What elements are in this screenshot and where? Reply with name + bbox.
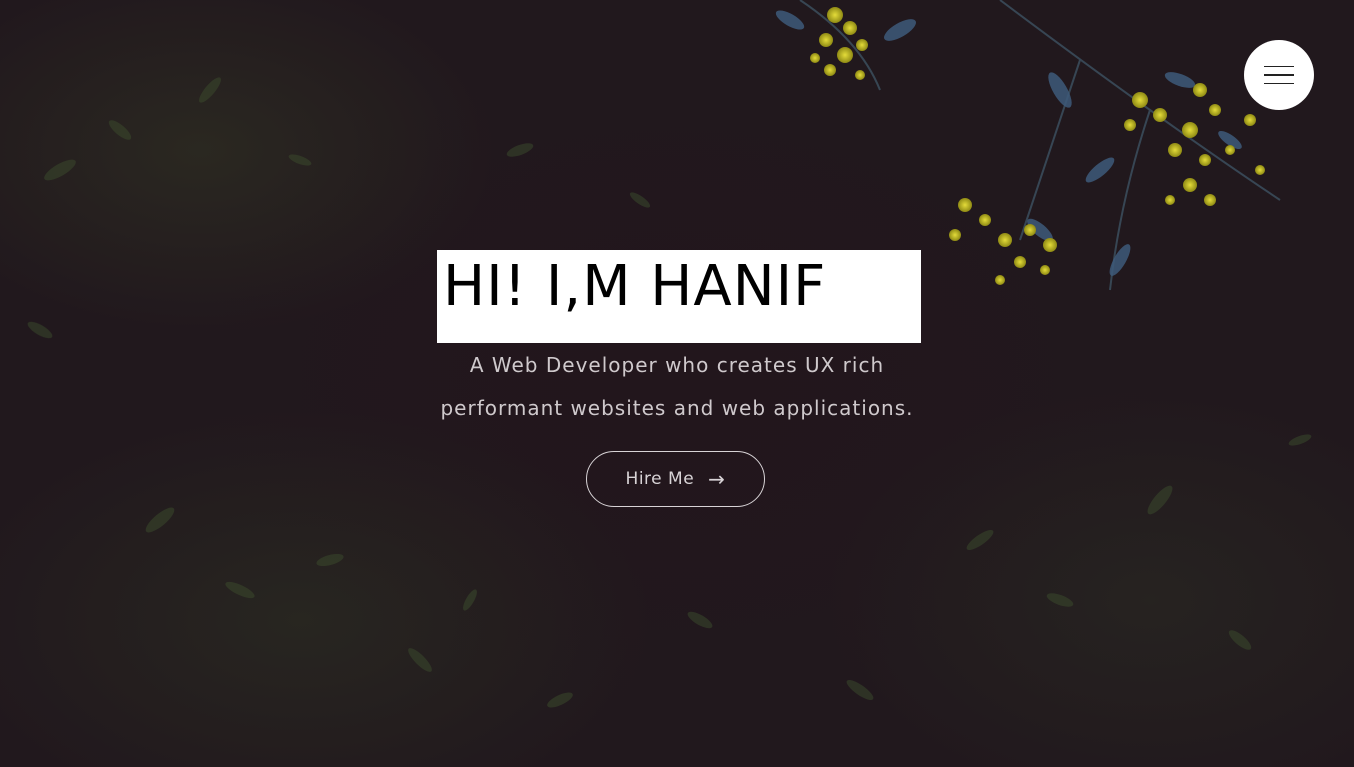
menu-button[interactable] (1244, 40, 1314, 110)
hire-me-label: Hire Me (625, 469, 695, 489)
hamburger-menu-icon-bar (1264, 74, 1294, 76)
hamburger-menu-icon-bar (1264, 82, 1294, 85)
hamburger-menu-icon (1264, 65, 1294, 68)
headline-highlight-box: HI! I,M HANIF (437, 250, 921, 343)
hero-headline: HI! I,M HANIF (443, 254, 827, 319)
hero-subtitle: A Web Developer who creates UX rich perf… (427, 344, 927, 430)
hero-section: HI! I,M HANIF A Web Developer who create… (0, 0, 1354, 767)
hire-me-button[interactable]: Hire Me → (586, 451, 765, 507)
hero-subtitle-line-1: A Web Developer who creates UX rich (469, 353, 885, 377)
hero-subtitle-line-2: performant websites and web applications… (440, 396, 914, 420)
arrow-right-icon: → (708, 467, 726, 491)
